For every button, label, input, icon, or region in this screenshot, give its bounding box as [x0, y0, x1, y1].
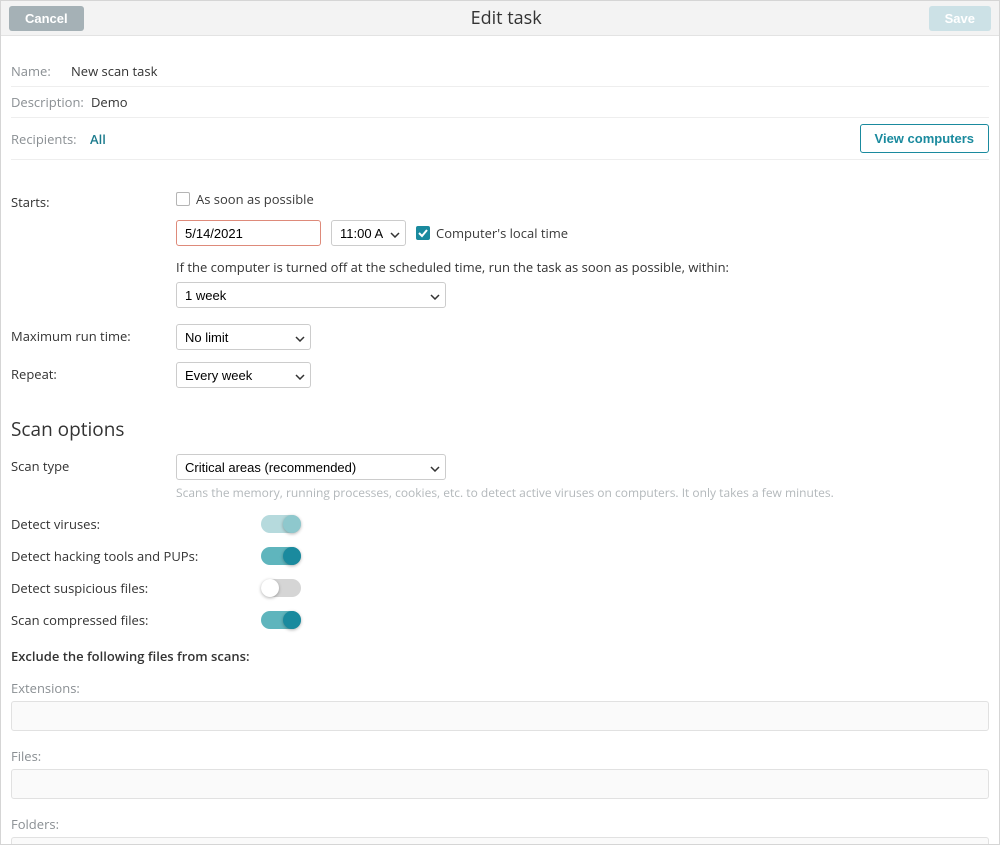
recipients-value[interactable]: All: [90, 130, 106, 148]
start-date-input[interactable]: [176, 220, 321, 246]
repeat-row: Repeat: Every week: [11, 362, 989, 388]
detect-suspicious-label: Detect suspicious files:: [11, 579, 261, 597]
repeat-label: Repeat:: [11, 362, 176, 383]
page-title: Edit task: [471, 6, 542, 30]
extensions-label: Extensions:: [11, 679, 989, 697]
checkbox-icon: [416, 226, 430, 240]
detect-hacking-label: Detect hacking tools and PUPs:: [11, 547, 261, 565]
view-computers-button[interactable]: View computers: [860, 124, 989, 153]
files-input[interactable]: [11, 769, 989, 799]
starts-row: Starts: As soon as possible 11:00 AM: [11, 190, 989, 308]
scantype-label: Scan type: [11, 454, 176, 475]
local-time-label: Computer's local time: [436, 224, 568, 242]
off-help-text: If the computer is turned off at the sch…: [176, 258, 989, 276]
local-time-checkbox[interactable]: Computer's local time: [416, 224, 568, 242]
folders-input[interactable]: [11, 837, 989, 845]
recipients-label: Recipients:: [11, 130, 77, 148]
folders-label: Folders:: [11, 815, 989, 833]
maxrun-label: Maximum run time:: [11, 324, 176, 345]
starts-label: Starts:: [11, 190, 176, 211]
save-button[interactable]: Save: [929, 6, 991, 31]
asap-label: As soon as possible: [196, 190, 314, 208]
start-time-select[interactable]: 11:00 AM: [331, 220, 406, 246]
scan-options-heading: Scan options: [11, 416, 989, 442]
scantype-hint: Scans the memory, running processes, coo…: [176, 484, 989, 501]
scan-compressed-label: Scan compressed files:: [11, 611, 261, 629]
detect-suspicious-row: Detect suspicious files:: [11, 579, 989, 597]
repeat-select[interactable]: Every week: [176, 362, 311, 388]
scantype-select[interactable]: Critical areas (recommended): [176, 454, 446, 480]
recipients-row: Recipients: All View computers: [11, 118, 989, 160]
scan-compressed-toggle[interactable]: [261, 611, 301, 629]
titlebar: Cancel Edit task Save: [1, 1, 999, 36]
exclude-heading: Exclude the following files from scans:: [11, 647, 989, 665]
scan-compressed-row: Scan compressed files:: [11, 611, 989, 629]
detect-viruses-row: Detect viruses:: [11, 515, 989, 533]
description-row: Description: Demo: [11, 87, 989, 118]
maxrun-select[interactable]: No limit: [176, 324, 311, 350]
off-within-select[interactable]: 1 week: [176, 282, 446, 308]
maxrun-row: Maximum run time: No limit: [11, 324, 989, 350]
detect-hacking-toggle[interactable]: [261, 547, 301, 565]
files-label: Files:: [11, 747, 989, 765]
content-area: Name: New scan task Description: Demo Re…: [1, 36, 999, 845]
checkbox-icon: [176, 192, 190, 206]
scantype-row: Scan type Critical areas (recommended) S…: [11, 454, 989, 501]
extensions-input[interactable]: [11, 701, 989, 731]
detect-viruses-label: Detect viruses:: [11, 515, 261, 533]
detect-hacking-row: Detect hacking tools and PUPs:: [11, 547, 989, 565]
detect-viruses-toggle: [261, 515, 301, 533]
description-label: Description:: [11, 93, 91, 111]
asap-checkbox[interactable]: As soon as possible: [176, 190, 314, 208]
description-value[interactable]: Demo: [91, 93, 128, 111]
name-label: Name:: [11, 62, 71, 80]
cancel-button[interactable]: Cancel: [9, 6, 84, 31]
detect-suspicious-toggle[interactable]: [261, 579, 301, 597]
name-value[interactable]: New scan task: [71, 62, 157, 80]
edit-task-window: Cancel Edit task Save Name: New scan tas…: [0, 0, 1000, 845]
name-row: Name: New scan task: [11, 56, 989, 87]
